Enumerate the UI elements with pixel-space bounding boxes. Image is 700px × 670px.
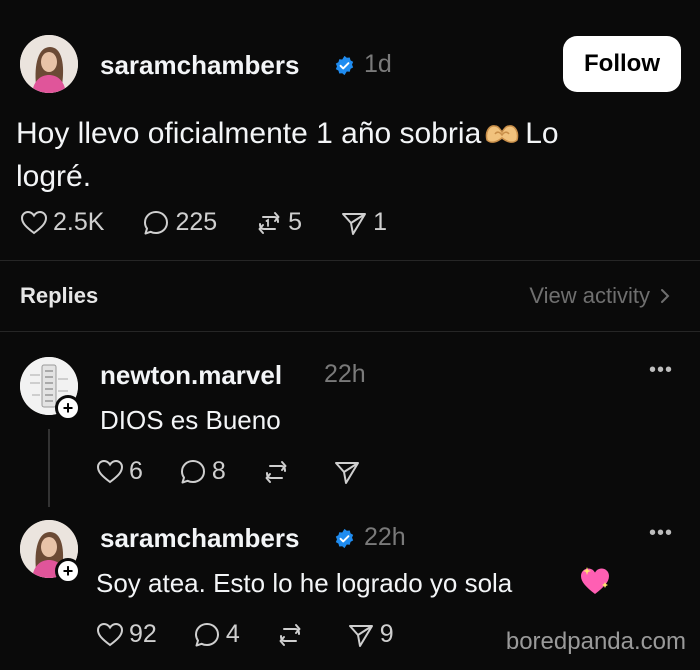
plus-icon[interactable]: + <box>55 395 81 421</box>
like-count: 2.5K <box>53 208 105 236</box>
like-count: 92 <box>129 620 157 648</box>
repost-count: 5 <box>288 208 303 236</box>
comment-count: 225 <box>175 208 218 236</box>
thread-line <box>48 429 50 507</box>
post-time: 1d <box>364 50 392 78</box>
comment-button[interactable]: 4 <box>193 620 240 649</box>
post-text-after-emoji: Lo <box>525 117 559 150</box>
view-activity-link[interactable]: View activity <box>529 283 670 309</box>
reply-text: Soy atea. Esto lo he logrado yo sola <box>96 568 513 598</box>
share-count: 1 <box>373 208 387 236</box>
heart-icon <box>96 459 124 483</box>
comment-button[interactable]: 225 <box>142 208 217 237</box>
repost-button[interactable] <box>276 621 309 649</box>
share-button[interactable]: 1 <box>340 208 387 237</box>
repost-icon <box>279 623 301 646</box>
reply-actions: 92 4 9 <box>96 620 394 649</box>
comment-icon <box>144 210 169 234</box>
repost-button[interactable]: 5 <box>255 208 302 237</box>
repost-icon <box>258 211 280 234</box>
more-icon[interactable]: ••• <box>649 522 673 545</box>
heart-hands-emoji <box>486 125 519 143</box>
post-username[interactable]: saramchambers <box>100 50 299 81</box>
comment-count: 8 <box>211 457 226 485</box>
repost-button[interactable] <box>262 458 295 486</box>
plus-icon[interactable]: + <box>55 558 81 584</box>
original-post: saramchambers 1d Follow Hoy llevo oficia… <box>0 0 700 260</box>
like-button[interactable]: 92 <box>96 620 157 649</box>
divider <box>0 331 700 332</box>
post-text-line2: logré. <box>16 160 92 193</box>
reply-time: 22h <box>364 523 406 551</box>
share-icon <box>334 461 359 484</box>
post-text-line1: Hoy llevo oficialmente 1 año sobria <box>16 117 482 150</box>
post-text: Hoy llevo oficialmente 1 año sobria Lo l… <box>16 112 676 198</box>
profile-photo <box>20 35 78 93</box>
share-button[interactable]: 9 <box>347 620 394 649</box>
comment-icon <box>180 459 205 483</box>
heart-icon <box>20 210 48 234</box>
verified-badge-icon <box>335 55 354 76</box>
comment-count: 4 <box>225 620 240 648</box>
like-button[interactable]: 2.5K <box>20 208 104 237</box>
share-count: 9 <box>379 620 394 648</box>
view-activity-label: View activity <box>529 283 650 308</box>
reply-username[interactable]: newton.marvel <box>100 360 282 391</box>
reply-item: + newton.marvel 22h ••• DIOS es Bueno 6 … <box>0 357 700 517</box>
reply-username[interactable]: saramchambers <box>100 523 299 554</box>
like-button[interactable]: 6 <box>96 457 143 486</box>
follow-button[interactable]: Follow <box>563 36 681 92</box>
divider <box>0 260 700 261</box>
comment-icon <box>194 622 219 646</box>
reply-actions: 6 8 <box>96 457 366 486</box>
sparkling-heart-emoji <box>581 567 609 594</box>
share-icon <box>348 624 373 647</box>
watermark: boredpanda.com <box>505 628 686 655</box>
share-icon <box>342 212 367 235</box>
verified-badge-icon <box>335 528 354 549</box>
repost-icon <box>265 460 287 483</box>
replies-label: Replies <box>20 283 99 308</box>
post-actions: 2.5K 225 5 1 <box>20 208 387 237</box>
avatar[interactable] <box>20 35 78 93</box>
like-count: 6 <box>129 457 143 485</box>
reply-time: 22h <box>324 360 366 388</box>
heart-icon <box>96 622 124 646</box>
comment-button[interactable]: 8 <box>179 457 226 486</box>
share-button[interactable] <box>333 458 366 486</box>
reply-text: DIOS es Bueno <box>100 405 281 435</box>
chevron-right-icon <box>661 289 670 303</box>
more-icon[interactable]: ••• <box>649 359 673 382</box>
